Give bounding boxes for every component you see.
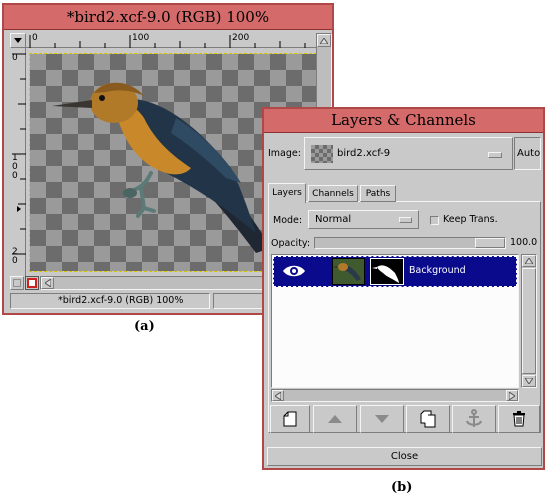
delete-icon xyxy=(513,411,525,427)
duplicate-layer-icon xyxy=(420,410,436,428)
scroll-right-button[interactable] xyxy=(506,390,518,401)
opacity-label: Opacity: xyxy=(271,238,311,249)
delete-layer-button[interactable] xyxy=(498,405,540,433)
opacity-slider[interactable] xyxy=(314,237,506,249)
layer-list-hscrollbar[interactable] xyxy=(271,389,519,402)
image-thumbnail xyxy=(311,145,333,163)
arrow-left-icon xyxy=(275,391,281,400)
auto-toggle-button[interactable]: Auto xyxy=(514,137,541,170)
tab-paths[interactable]: Paths xyxy=(360,185,396,202)
keep-trans-label: Keep Trans. xyxy=(443,214,498,225)
image-menu-button[interactable] xyxy=(10,33,26,48)
scroll-left-button[interactable] xyxy=(272,390,284,401)
ruler-tick-label: 100 xyxy=(132,33,150,43)
raise-layer-icon xyxy=(328,415,342,423)
scroll-down-button[interactable] xyxy=(522,375,536,387)
top-ruler-ticks xyxy=(29,35,306,48)
left-ruler: 0 1 0 0 2 0 xyxy=(10,48,26,276)
layer-list[interactable]: Background xyxy=(271,254,519,388)
layer-thumbnail xyxy=(332,258,365,285)
ruler-tick-label: 0 xyxy=(12,53,18,63)
ruler-tick-label: 1 0 0 xyxy=(12,153,18,181)
opacity-value: 100.0 xyxy=(510,237,538,248)
ruler-tick-label: 2 0 xyxy=(12,247,18,266)
dropdown-indicator-icon xyxy=(488,152,502,158)
anchor-icon xyxy=(466,409,482,427)
layer-name: Background xyxy=(409,265,466,276)
new-layer-icon xyxy=(283,411,297,427)
ruler-tick-label: 0 xyxy=(32,33,38,43)
layer-list-vscrollbar[interactable] xyxy=(521,254,537,388)
layers-dialog-title: Layers & Channels xyxy=(264,109,543,133)
opacity-slider-handle[interactable] xyxy=(475,238,505,248)
eye-visibility-icon[interactable] xyxy=(282,264,306,278)
raise-layer-button[interactable] xyxy=(313,405,357,433)
layer-row-background[interactable]: Background xyxy=(273,256,517,287)
image-label: Image: xyxy=(268,148,301,159)
close-button[interactable]: Close xyxy=(267,447,542,466)
caption-b: (b) xyxy=(391,480,413,495)
lower-layer-icon xyxy=(375,415,389,423)
image-selector-value: bird2.xcf-9 xyxy=(337,148,391,159)
dropdown-indicator-icon xyxy=(399,217,412,223)
anchor-layer-button[interactable] xyxy=(452,405,496,433)
scroll-left-button[interactable] xyxy=(41,277,54,289)
scroll-up-button[interactable] xyxy=(317,34,331,47)
caption-a: (a) xyxy=(134,319,155,334)
arrow-left-icon xyxy=(44,279,51,287)
ruler-tick-label: 200 xyxy=(232,33,250,43)
new-layer-button[interactable] xyxy=(270,405,310,433)
mode-value: Normal xyxy=(315,214,352,225)
status-bar: *bird2.xcf-9.0 (RGB) 100% xyxy=(10,293,210,309)
close-button-label: Close xyxy=(390,451,419,462)
duplicate-layer-button[interactable] xyxy=(406,405,450,433)
lower-layer-button[interactable] xyxy=(360,405,404,433)
mode-dropdown[interactable]: Normal xyxy=(308,210,419,229)
quickmask-off-icon xyxy=(13,279,21,287)
quickmask-on-button[interactable] xyxy=(25,276,39,290)
mode-label: Mode: xyxy=(273,215,303,226)
top-ruler: 0 100 200 xyxy=(26,33,316,48)
scroll-up-button[interactable] xyxy=(522,255,536,267)
tab-layers[interactable]: Layers xyxy=(268,183,306,203)
quickmask-off-button[interactable] xyxy=(10,276,24,290)
status-text: *bird2.xcf-9.0 (RGB) 100% xyxy=(58,295,184,306)
menu-arrow-icon xyxy=(14,37,22,43)
arrow-up-icon xyxy=(525,258,533,264)
keep-trans-checkbox[interactable] xyxy=(430,216,439,225)
arrow-up-icon xyxy=(320,37,328,44)
arrow-down-icon xyxy=(525,378,533,384)
arrow-right-icon xyxy=(509,391,515,400)
layer-mask-thumbnail xyxy=(370,258,404,285)
quickmask-on-icon xyxy=(27,278,37,288)
scroll-thumb[interactable] xyxy=(522,268,536,374)
layers-dialog: Layers & Channels Image: bird2.xcf-9 Aut… xyxy=(262,107,545,470)
auto-label: Auto xyxy=(517,148,541,159)
tab-channels[interactable]: Channels xyxy=(308,185,358,202)
image-selector[interactable]: bird2.xcf-9 xyxy=(304,137,513,170)
image-window-title: *bird2.xcf-9.0 (RGB) 100% xyxy=(4,5,332,30)
